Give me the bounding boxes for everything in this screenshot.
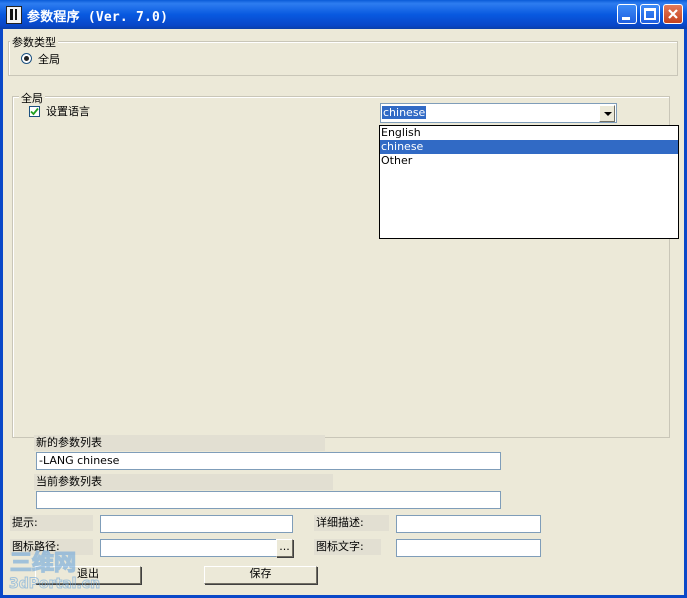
new-params-field[interactable]: -LANG chinese — [36, 452, 501, 470]
params-type-legend: 参数类型 — [10, 34, 58, 50]
chevron-down-icon[interactable] — [599, 105, 615, 122]
app-icon[interactable] — [6, 6, 22, 24]
window-title: 参数程序 (Ver. 7.0) — [27, 10, 169, 25]
watermark-text-top: 三维网 — [10, 550, 76, 576]
watermark-text-bottom: 3dPortal.cn — [9, 576, 100, 592]
checkmark-icon — [30, 107, 39, 116]
tip-label: 提示: — [10, 515, 93, 531]
save-button[interactable]: 保存 — [204, 566, 317, 584]
language-dropdown-list[interactable]: English chinese Other — [379, 125, 679, 239]
tip-field[interactable] — [100, 515, 293, 533]
icon-path-field[interactable] — [100, 539, 277, 557]
browse-button[interactable]: ... — [276, 539, 293, 557]
close-icon — [668, 9, 678, 19]
current-params-field[interactable] — [36, 491, 501, 509]
title-bar[interactable]: 参数程序 (Ver. 7.0) — [0, 0, 687, 29]
set-language-checkbox[interactable] — [29, 106, 40, 117]
global-radio[interactable] — [21, 53, 32, 64]
detail-field[interactable] — [396, 515, 541, 533]
global-radio-label[interactable]: 全局 — [38, 51, 60, 67]
detail-label: 详细描述: — [314, 515, 389, 531]
language-selected-value: chinese — [382, 106, 427, 119]
set-language-label[interactable]: 设置语言 — [46, 103, 90, 119]
icon-text-field[interactable] — [396, 539, 541, 557]
language-option-chinese[interactable]: chinese — [380, 140, 678, 154]
language-option-other[interactable]: Other — [380, 154, 678, 168]
new-params-label: 新的参数列表 — [34, 435, 325, 451]
current-params-label: 当前参数列表 — [34, 474, 333, 490]
watermark-logo: 三维网 3dPortal.cn — [9, 549, 101, 592]
global-legend: 全局 — [19, 90, 45, 106]
params-type-group — [8, 41, 678, 76]
maximize-button[interactable] — [640, 4, 660, 24]
window-frame-left — [0, 29, 3, 598]
language-combobox[interactable]: chinese — [380, 103, 617, 123]
language-option-english[interactable]: English — [380, 126, 678, 140]
minimize-button[interactable] — [617, 4, 637, 24]
icon-text-label: 图标文字: — [314, 539, 381, 555]
close-button[interactable] — [663, 4, 683, 24]
